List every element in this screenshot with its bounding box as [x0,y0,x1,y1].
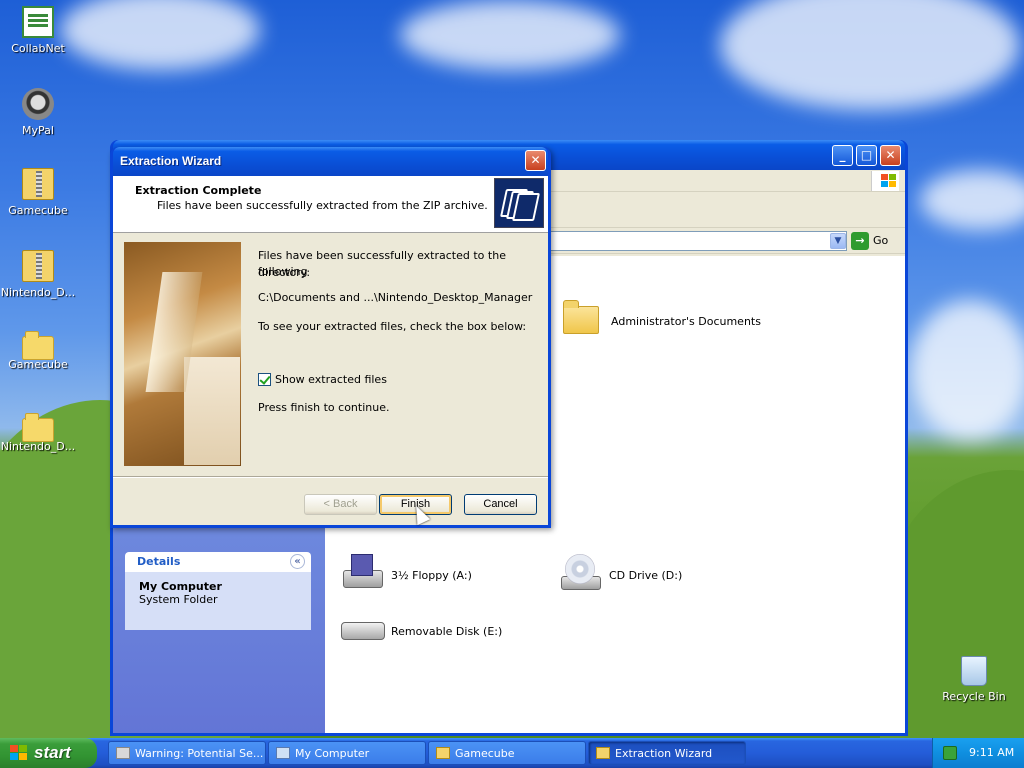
raccoon-icon [22,88,54,120]
checkbox-label[interactable]: Show extracted files [275,373,387,386]
item-cd-drive[interactable]: CD Drive (D:) [557,552,682,598]
wizard-text-line2: directory: [258,266,311,279]
desktop-icon-label: MyPal [22,124,54,137]
wizard-header-subtitle: Files have been successfully extracted f… [157,199,488,212]
desktop-icon-label: Nintendo_D... [0,286,76,299]
desktop-icon-label: CollabNet [11,42,65,55]
computer-icon [276,747,290,759]
desktop-icon-label: Gamecube [8,204,68,217]
go-arrow-icon: → [851,232,869,250]
wizard-separator [113,476,548,478]
folder-icon [436,747,450,759]
cd-drive-icon [557,552,603,598]
extracted-path: C:\Documents and ...\Nintendo_Desktop_Ma… [258,291,533,304]
minimize-button[interactable]: _ [832,145,853,166]
windows-flag-icon [10,745,28,761]
show-extracted-files-checkbox[interactable] [258,373,271,386]
tray-app-icon[interactable] [943,746,957,760]
removable-disk-icon [339,608,385,654]
folder-icon [22,413,54,442]
details-header[interactable]: Details « [125,552,311,572]
details-item-type: System Folder [139,593,218,606]
details-panel: My Computer System Folder [125,572,311,630]
item-label: Removable Disk (E:) [391,624,503,638]
wizard-header: Extraction Complete Files have been succ… [113,176,548,233]
folder-icon [596,747,610,759]
taskbar-button-extraction-wizard[interactable]: Extraction Wizard [588,741,746,765]
taskbar-button-my-computer[interactable]: My Computer [268,741,426,765]
warning-icon [116,747,130,759]
item-removable-disk[interactable]: Removable Disk (E:) [339,608,502,654]
extraction-wizard-dialog: Extraction Wizard ✕ Extraction Complete … [110,147,551,528]
cancel-button[interactable]: Cancel [464,494,537,515]
desktop-icon-collabnet[interactable]: CollabNet [0,6,76,55]
task-label: My Computer [295,747,370,760]
desktop-icon-gamecube-zip[interactable]: Gamecube [0,168,76,217]
start-label: start [34,743,71,762]
back-button[interactable]: < Back [304,494,377,515]
wizard-title: Extraction Wizard [120,154,222,168]
zip-folder-icon [22,250,54,282]
item-label: 3½ Floppy (A:) [391,568,472,582]
wizard-side-image [124,242,241,466]
taskbar-button-warning[interactable]: Warning: Potential Se... [108,741,266,765]
item-floppy-drive[interactable]: 3½ Floppy (A:) [339,552,472,598]
desktop-icon-gamecube-folder[interactable]: Gamecube [0,330,76,371]
task-label: Gamecube [455,747,515,760]
maximize-button[interactable]: □ [856,145,877,166]
item-label: Administrator's Documents [611,314,761,328]
chevron-down-icon[interactable]: ▼ [830,233,846,249]
details-title: Details [137,555,181,568]
details-item-name: My Computer [139,580,222,593]
continue-text: Press finish to continue. [258,401,390,414]
check-prompt: To see your extracted files, check the b… [258,320,527,333]
item-label: CD Drive (D:) [609,568,683,582]
folder-icon [559,298,605,344]
go-label: Go [873,234,889,247]
close-button[interactable]: ✕ [880,145,901,166]
task-label: Extraction Wizard [615,747,713,760]
certificate-icon [22,6,54,38]
wizard-titlebar[interactable]: Extraction Wizard ✕ [113,147,548,176]
task-label: Warning: Potential Se... [135,747,264,760]
zip-folder-icon [22,168,54,200]
taskbar-button-gamecube[interactable]: Gamecube [428,741,586,765]
folder-icon [22,331,54,360]
start-button[interactable]: start [0,738,97,768]
zip-folder-logo-icon [494,178,544,228]
go-button[interactable]: → Go [851,231,897,251]
windows-logo-icon [871,171,899,191]
desktop-icon-nintendo-zip[interactable]: Nintendo_D... [0,250,76,299]
taskbar: start Warning: Potential Se... My Comput… [0,738,1024,768]
item-administrators-documents[interactable]: Administrator's Documents [559,298,761,344]
collapse-icon[interactable]: « [290,554,305,569]
show-extracted-files-row[interactable]: Show extracted files [258,373,387,386]
desktop-icon-recycle-bin[interactable]: Recycle Bin [936,656,1012,703]
system-tray: 9:11 AM [932,738,1024,768]
close-button[interactable]: ✕ [525,150,546,171]
desktop-icon-nintendo-folder[interactable]: Nintendo_D... [0,412,76,453]
floppy-drive-icon [339,552,385,598]
recycle-bin-icon [961,656,987,686]
wizard-body: Extraction Complete Files have been succ… [113,176,548,525]
wizard-header-title: Extraction Complete [135,184,262,197]
desktop-icon-mypal[interactable]: MyPal [0,88,76,137]
desktop-icon-label: Recycle Bin [942,690,1006,703]
clock[interactable]: 9:11 AM [969,746,1014,759]
